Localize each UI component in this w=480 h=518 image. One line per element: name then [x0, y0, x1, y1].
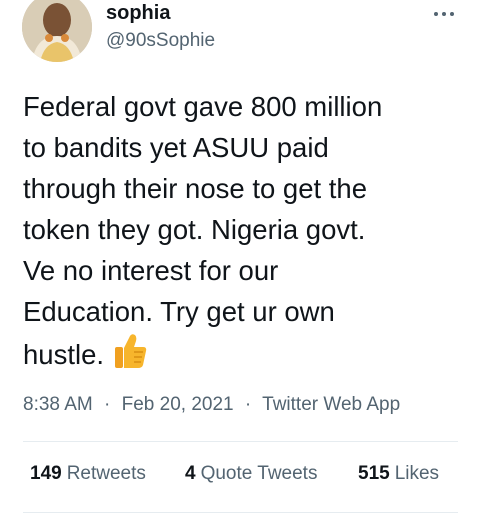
meta-separator: ·	[244, 394, 252, 415]
tweet-date[interactable]: Feb 20, 2021	[122, 394, 234, 415]
divider	[23, 512, 458, 513]
retweets-stat[interactable]: 149 Retweets	[30, 463, 146, 485]
tweet-line-last: hustle.	[23, 332, 463, 381]
tweet-source[interactable]: Twitter Web App	[262, 394, 400, 415]
tweet-text: Federal govt gave 800 million to bandits…	[23, 86, 463, 381]
tweet-line: Ve no interest for our	[23, 255, 279, 286]
tweet-line-text: hustle.	[23, 339, 105, 370]
quote-tweets-count: 4	[185, 463, 196, 484]
more-horizontal-icon	[434, 12, 454, 16]
tweet-line: Federal govt gave 800 million	[23, 91, 383, 122]
tweet-meta: 8:38 AM · Feb 20, 2021 · Twitter Web App	[23, 394, 400, 416]
retweets-count: 149	[30, 463, 62, 484]
tweet-line: Education. Try get ur own	[23, 296, 335, 327]
tweet-line: token they got. Nigeria govt.	[23, 214, 366, 245]
retweets-label: Retweets	[66, 463, 146, 484]
tweet-line: to bandits yet ASUU paid	[23, 132, 329, 163]
tweet-time[interactable]: 8:38 AM	[23, 394, 93, 415]
user-handle[interactable]: @90sSophie	[106, 30, 215, 52]
quote-tweets-stat[interactable]: 4 Quote Tweets	[185, 463, 317, 485]
likes-count: 515	[358, 463, 390, 484]
likes-label: Likes	[394, 463, 440, 484]
likes-stat[interactable]: 515 Likes	[358, 463, 439, 485]
thumbs-up-icon	[112, 332, 148, 381]
divider	[23, 441, 458, 442]
tweet-line: through their nose to get the	[23, 173, 367, 204]
display-name[interactable]: sophia	[106, 2, 170, 25]
meta-separator: ·	[104, 394, 111, 415]
avatar[interactable]	[22, 0, 92, 62]
quote-tweets-label: Quote Tweets	[200, 463, 318, 484]
avatar-image	[22, 0, 92, 62]
more-options-button[interactable]	[428, 4, 460, 24]
